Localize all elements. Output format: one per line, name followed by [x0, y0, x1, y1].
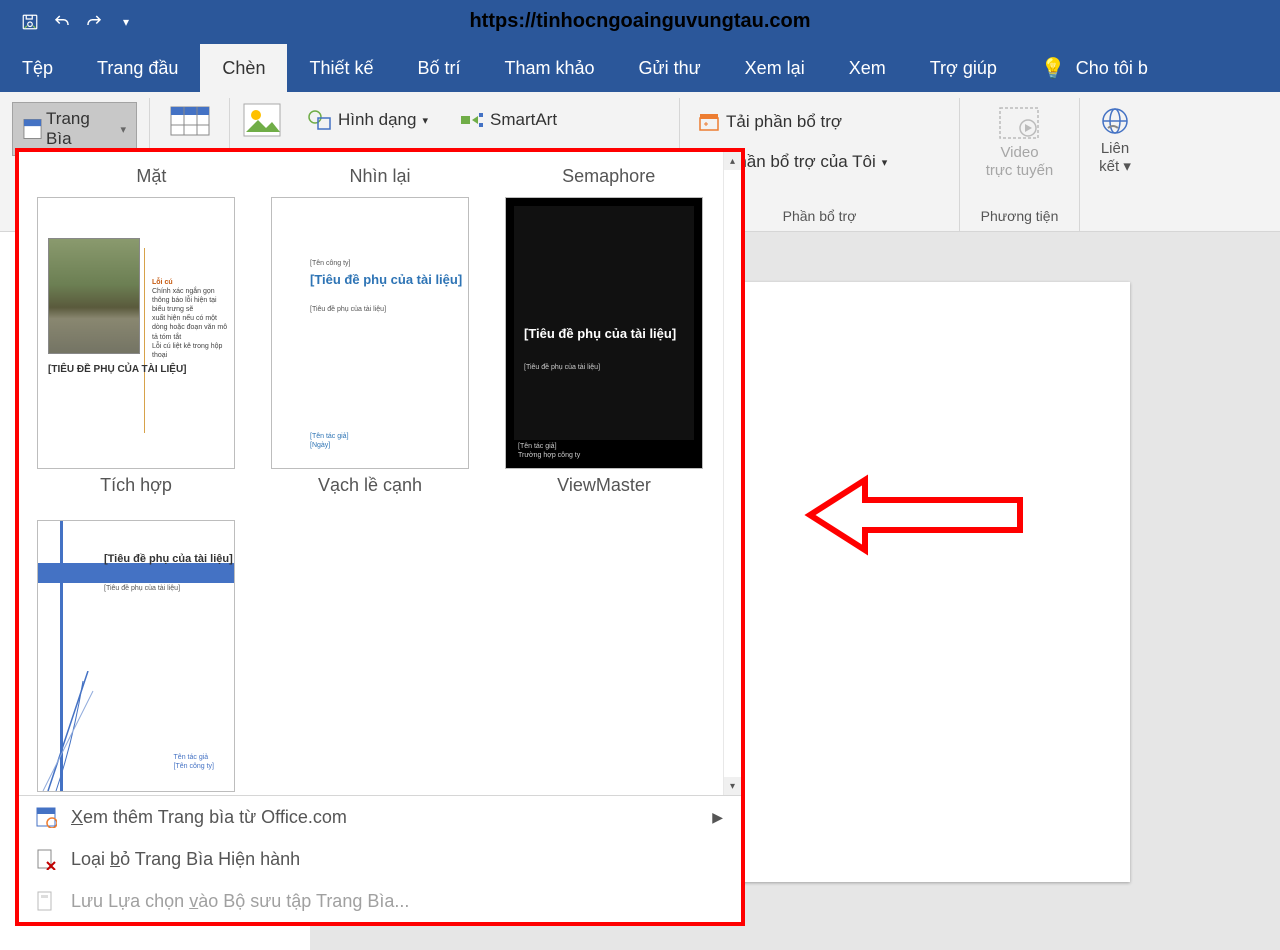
- customize-qat-icon[interactable]: ▾: [110, 6, 142, 38]
- more-cover-pages-item[interactable]: Xem thêm Trang bìa từ Office.com ▶: [19, 796, 741, 838]
- thumb-label-3: ViewMaster: [557, 469, 651, 510]
- get-addins-label: Tải phần bổ trợ: [726, 112, 842, 132]
- submenu-arrow-icon: ▶: [712, 809, 723, 826]
- more-cover-pages-label: Xem thêm Trang bìa từ Office.com: [71, 807, 347, 828]
- gallery-header-1: Mặt: [37, 162, 266, 197]
- thumb-label-4: Whisp: [111, 792, 161, 795]
- link-label-2: kết: [1099, 158, 1119, 175]
- video-label-1: Video: [1000, 144, 1038, 161]
- whisp-decoration: [38, 671, 108, 791]
- save-selection-label: Lưu Lựa chọn vào Bộ sưu tập Trang Bìa...: [71, 891, 409, 912]
- watermark-url: https://tinhocngoainguvungtau.com: [469, 10, 810, 33]
- thumb-label-2: Vạch lề cạnh: [318, 469, 422, 510]
- remove-page-icon: [35, 848, 57, 870]
- video-label-2: trực tuyến: [986, 162, 1054, 179]
- get-addins-button[interactable]: Tải phần bổ trợ: [692, 108, 848, 136]
- tab-references[interactable]: Tham khảo: [483, 44, 617, 92]
- remove-cover-page-label: Loại bỏ Trang Bìa Hiện hành: [71, 849, 300, 870]
- gallery-header-2: Nhìn lại: [266, 162, 495, 197]
- tab-layout[interactable]: Bố trí: [395, 44, 482, 92]
- pictures-icon[interactable]: [242, 102, 282, 138]
- smartart-button[interactable]: SmartArt: [454, 106, 563, 134]
- gallery-scroll-up[interactable]: ▴: [724, 152, 741, 170]
- undo-icon[interactable]: [46, 6, 78, 38]
- tab-help[interactable]: Trợ giúp: [908, 44, 1019, 92]
- tab-home[interactable]: Trang đầu: [75, 44, 200, 92]
- chevron-down-icon: ▾: [120, 123, 126, 136]
- cover-thumb-tich-hop[interactable]: Lỗi cúChính xác ngắn gọn thông báo lỗi h…: [37, 197, 235, 469]
- video-icon: [998, 106, 1040, 140]
- office-icon: [35, 806, 57, 828]
- cover-page-gallery: Mặt Nhìn lại Semaphore Lỗi cúChính xác n…: [15, 148, 745, 926]
- link-button[interactable]: Liênkết ▾: [1076, 102, 1154, 180]
- thumb-subtitle: [Tiêu đề phụ của tài liệu]: [524, 326, 684, 343]
- tab-design[interactable]: Thiết kế: [287, 44, 395, 92]
- lightbulb-icon: 💡: [1041, 56, 1066, 81]
- tab-file[interactable]: Tệp: [0, 44, 75, 92]
- shapes-label: Hình dạng: [338, 110, 416, 130]
- remove-cover-page-item[interactable]: Loại bỏ Trang Bìa Hiện hành: [19, 838, 741, 880]
- cover-thumb-viewmaster[interactable]: [Tiêu đề phụ của tài liệu] [Tiêu đề phụ …: [505, 197, 703, 469]
- cover-page-label: Trang Bìa: [46, 109, 116, 149]
- gallery-header-3: Semaphore: [494, 162, 723, 197]
- online-video-button[interactable]: Videotrực tuyến: [980, 102, 1060, 184]
- link-label-1: Liên: [1101, 140, 1129, 157]
- chevron-down-icon: ▾: [882, 156, 888, 169]
- tell-me[interactable]: 💡 Cho tôi b: [1019, 44, 1148, 92]
- annotation-arrow: [800, 460, 1030, 570]
- tab-view[interactable]: Xem: [827, 44, 908, 92]
- tab-mailings[interactable]: Gửi thư: [617, 44, 723, 92]
- shapes-icon: [308, 109, 332, 131]
- thumb-subtitle: [TIÊU ĐỀ PHỤ CỦA TÀI LIỆU]: [48, 364, 187, 376]
- tell-me-label: Cho tôi b: [1076, 58, 1148, 79]
- my-addins-label: Phần bổ trợ của Tôi: [726, 152, 876, 172]
- smartart-label: SmartArt: [490, 110, 557, 130]
- redo-icon[interactable]: [78, 6, 110, 38]
- table-button[interactable]: [151, 102, 229, 140]
- thumb-subtitle: [Tiêu đề phụ của tài liệu]: [104, 553, 233, 566]
- save-selection-icon: [35, 890, 57, 912]
- link-icon: [1100, 106, 1130, 136]
- media-group-label: Phương tiện: [972, 205, 1067, 227]
- shapes-button[interactable]: Hình dạng ▾: [302, 105, 434, 135]
- table-icon: [170, 106, 210, 136]
- cover-thumb-vach-le-canh[interactable]: [Tên công ty] [Tiêu đề phụ của tài liệu]…: [271, 197, 469, 469]
- chevron-down-icon: ▾: [422, 114, 428, 127]
- tab-insert[interactable]: Chèn: [200, 44, 287, 92]
- store-icon: [698, 112, 720, 132]
- save-icon[interactable]: [14, 6, 46, 38]
- cover-thumb-whisp[interactable]: [Tiêu đề phụ của tài liệu] [Tiêu đề phụ …: [37, 520, 235, 792]
- thumb-subtitle: [Tiêu đề phụ của tài liệu]: [310, 272, 462, 288]
- smartart-icon: [460, 110, 484, 130]
- thumb-label-1: Tích hợp: [100, 469, 172, 510]
- page-icon: [23, 118, 42, 140]
- save-selection-item: Lưu Lựa chọn vào Bộ sưu tập Trang Bìa...: [19, 880, 741, 922]
- gallery-scroll-down[interactable]: ▾: [724, 777, 741, 795]
- tab-review[interactable]: Xem lại: [723, 44, 827, 92]
